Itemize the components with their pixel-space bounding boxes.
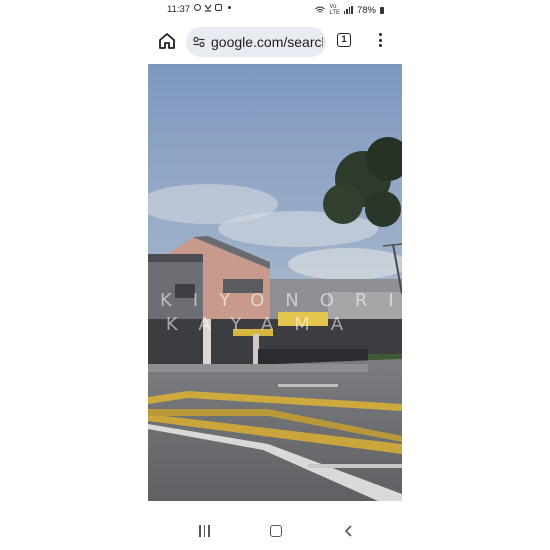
wifi-icon (315, 6, 326, 13)
street-photo: KIYONORI TAKAYAMA (148, 64, 402, 501)
battery-percent: 78% (356, 4, 376, 16)
gallery-icon (215, 4, 222, 11)
street-scene-image (148, 64, 402, 501)
recents-icon[interactable] (199, 525, 211, 537)
tab-switcher-button[interactable]: 1 (337, 33, 351, 47)
phone-screen: 11:37 Vo LTE 78% google.com/search 1 KIY… (148, 0, 402, 550)
status-time: 11:37 (167, 4, 191, 15)
site-settings-icon[interactable] (193, 36, 205, 48)
volte-icon: Vo LTE (329, 4, 340, 16)
system-navigation-bar (148, 510, 402, 550)
watermark-line-2: TAKAYAMA (148, 314, 365, 335)
more-notifications-dot (228, 6, 231, 9)
address-bar[interactable]: google.com/search (186, 27, 326, 57)
status-right: Vo LTE 78% (315, 4, 384, 16)
browser-toolbar: google.com/search 1 (148, 22, 402, 62)
missed-call-icon (204, 4, 212, 12)
signal-icon (343, 6, 353, 14)
status-bar: 11:37 Vo LTE 78% (148, 0, 402, 20)
home-nav-icon[interactable] (270, 525, 282, 537)
battery-icon (380, 6, 384, 14)
more-options-icon[interactable] (377, 33, 383, 49)
url-text[interactable]: google.com/search (211, 34, 323, 50)
whatsapp-icon (194, 4, 201, 11)
home-icon[interactable] (157, 31, 177, 51)
back-icon[interactable] (342, 524, 356, 538)
watermark-line-1: KIYONORI (160, 290, 402, 311)
notification-icons (194, 4, 231, 12)
